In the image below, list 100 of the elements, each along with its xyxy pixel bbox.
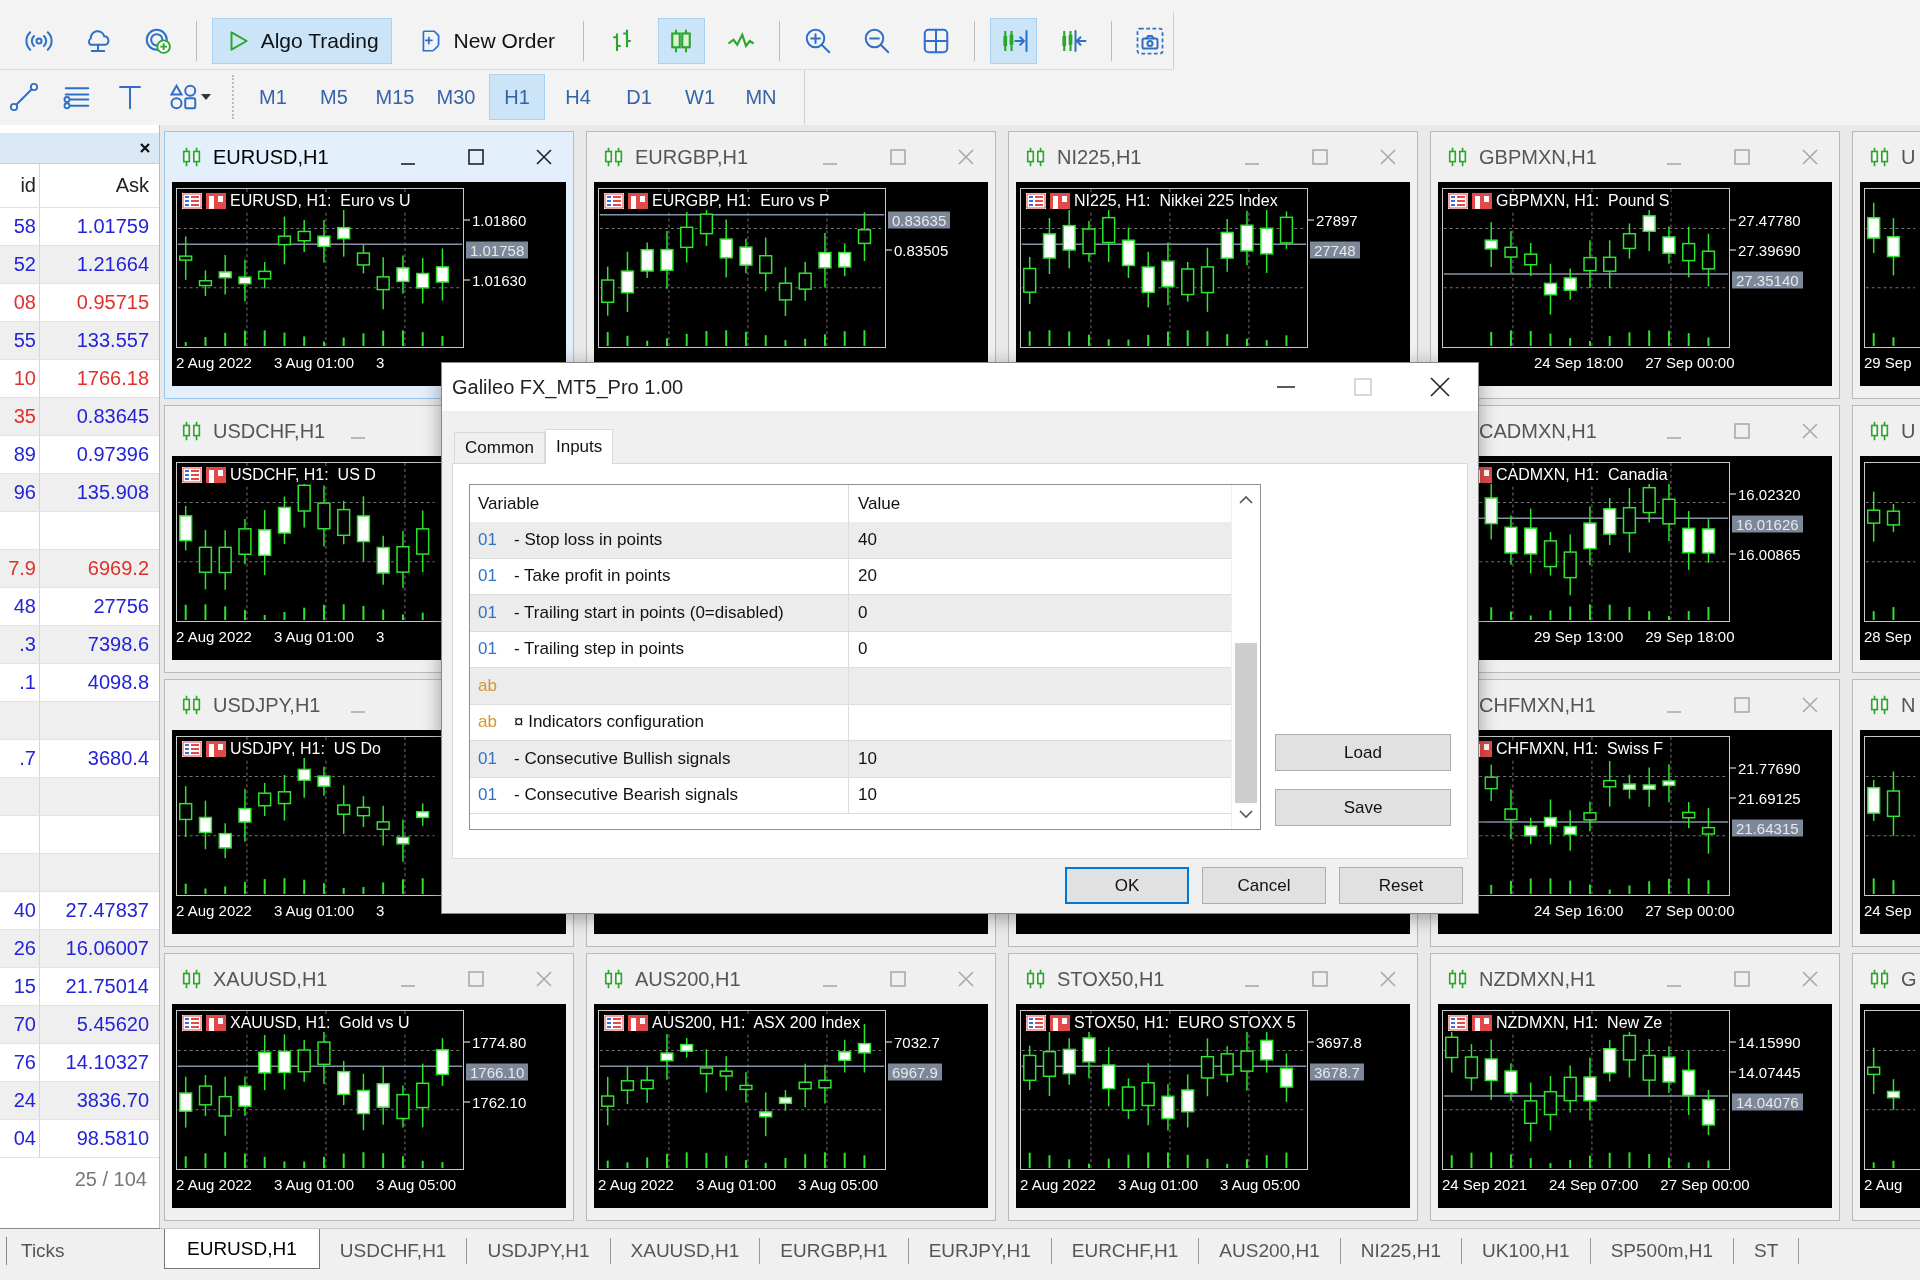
ask-price: 5.45620 [76,1013,149,1035]
type-label: ab [478,675,498,696]
ask-price: 4098.8 [87,671,149,693]
current-price-label: 0.83635 [888,211,951,229]
ask-price: 7398.6 [87,633,149,655]
time-label: 2 Aug [1864,1176,1903,1193]
timeframe-button[interactable]: M5 [306,74,362,120]
price-label: 1774.80 [464,1033,527,1051]
price-label: 16.02320 [1730,485,1801,503]
variable-name: - Consecutive Bearish signals [514,785,738,806]
bid-price: 04 [13,1127,36,1150]
current-price-label: 14.04076 [1732,1093,1803,1111]
ask-price: 98.5810 [76,1127,149,1149]
price-label: 16.00865 [1730,545,1801,563]
time-label: 28 Sep [1864,628,1912,645]
variable-value[interactable]: 40 [858,529,877,549]
bid-price: 24 [13,1089,36,1112]
chart-tab[interactable]: EURJPY,H1 [908,1238,1052,1264]
price-label: 27897 [1308,211,1358,229]
timeframe-button[interactable]: D1 [611,74,667,120]
column-header[interactable]: Ask [115,174,149,196]
chart-tab[interactable]: SP500m,H1 [1590,1238,1735,1264]
bid-price: 70 [13,1013,36,1036]
window-title: GBPMXN,H1 [1479,145,1597,169]
variable-value[interactable]: 10 [858,748,877,768]
chart-tab[interactable]: USDJPY,H1 [467,1238,611,1264]
bid-price: 40 [13,899,36,922]
timeframe-button[interactable]: H1 [489,74,545,120]
toolbar-button[interactable]: New Order [404,17,569,64]
chart-tab[interactable]: NI225,H1 [1340,1238,1462,1264]
column-header[interactable]: Variable [478,493,540,514]
bid-price: 26 [13,937,36,960]
bid-price: 35 [13,405,36,428]
tab[interactable]: Common [454,432,545,463]
current-price-label: 1766.10 [466,1063,529,1081]
ask-price: 27.47837 [65,899,149,921]
bid-price: .7 [19,747,36,770]
price-label: 0.83505 [886,241,949,259]
toolbar-button[interactable]: Algo Trading [211,17,392,64]
timeframe-button[interactable]: W1 [672,74,728,120]
window-title: U [1901,145,1916,169]
ask-price: 14.10327 [65,1051,149,1073]
timeframe-button[interactable]: H4 [550,74,606,120]
chart-tab[interactable]: XAUUSD,H1 [610,1238,761,1264]
time-label: 3 Aug 01:00 [273,1176,354,1193]
timeframe-button[interactable]: M15 [367,74,423,120]
time-label: 27 Sep 00:00 [1660,1176,1750,1193]
bid-price: 15 [13,975,36,998]
timeframe-button[interactable]: M1 [245,74,301,120]
time-label: 2 Aug 2022 [176,902,252,919]
ask-price: 1.01759 [76,215,149,237]
dialog-button[interactable]: Save [1275,789,1451,826]
variable-value[interactable]: 0 [858,602,868,622]
time-label: 2 Aug 2022 [176,1176,252,1193]
variable-value[interactable]: 20 [858,566,877,586]
dialog-button[interactable]: Load [1275,734,1451,771]
panel-tab[interactable]: Ticks [6,1237,65,1265]
chart-tab[interactable]: EURUSD,H1 [164,1229,320,1269]
chart-legend: AUS200, H1: ASX 200 Index [652,1014,861,1032]
type-label: 01 [478,748,498,769]
ask-price: 1.21664 [76,253,149,275]
dialog-button[interactable]: OK [1065,867,1189,904]
bid-price: 76 [13,1051,36,1074]
variable-value[interactable]: 10 [858,785,877,805]
type-label: 01 [478,602,498,623]
current-price-label: 21.64315 [1732,819,1803,837]
time-label: 29 Sep 13:00 [1534,628,1624,645]
ask-price: 3836.70 [76,1089,149,1111]
chart-tab[interactable]: USDCHF,H1 [319,1238,468,1264]
column-header[interactable]: Value [858,493,901,513]
time-label: 3 Aug 05:00 [798,1176,879,1193]
variable-value[interactable]: 0 [858,639,868,659]
price-label: 21.69125 [1730,789,1801,807]
dialog-button[interactable]: Reset [1339,867,1463,904]
bid-price: .3 [19,633,36,656]
ask-price: 27756 [93,595,149,617]
chart-tab[interactable]: UK100,H1 [1462,1238,1591,1264]
chart-tab[interactable]: EURCHF,H1 [1051,1238,1200,1264]
ask-price: 135.908 [76,481,149,503]
chart-legend: USDCHF, H1: US D [230,466,376,484]
dialog-button[interactable]: Cancel [1202,867,1326,904]
type-label: 01 [478,785,498,806]
window-title: NI225,H1 [1057,145,1142,169]
tab[interactable]: Inputs [544,429,614,464]
ask-price: 21.75014 [65,975,149,997]
chart-tab[interactable]: ST [1734,1238,1800,1264]
ask-price: 0.83645 [76,405,149,427]
column-header[interactable]: id [20,174,36,197]
time-label: 24 Sep 07:00 [1549,1176,1639,1193]
timeframe-button[interactable]: M30 [428,74,484,120]
chart-tab[interactable]: AUS200,H1 [1199,1238,1341,1264]
ask-price: 3680.4 [87,747,149,769]
bid-price: 58 [13,215,36,238]
bid-price: 48 [13,595,36,618]
time-label: 3 Aug 05:00 [1220,1176,1301,1193]
timeframe-button[interactable]: MN [733,74,789,120]
window-title: NZDMXN,H1 [1479,967,1596,991]
time-label: 3 Aug 05:00 [376,1176,457,1193]
time-label: 24 Sep 2021 [1442,1176,1528,1193]
chart-tab[interactable]: EURGBP,H1 [760,1238,909,1264]
